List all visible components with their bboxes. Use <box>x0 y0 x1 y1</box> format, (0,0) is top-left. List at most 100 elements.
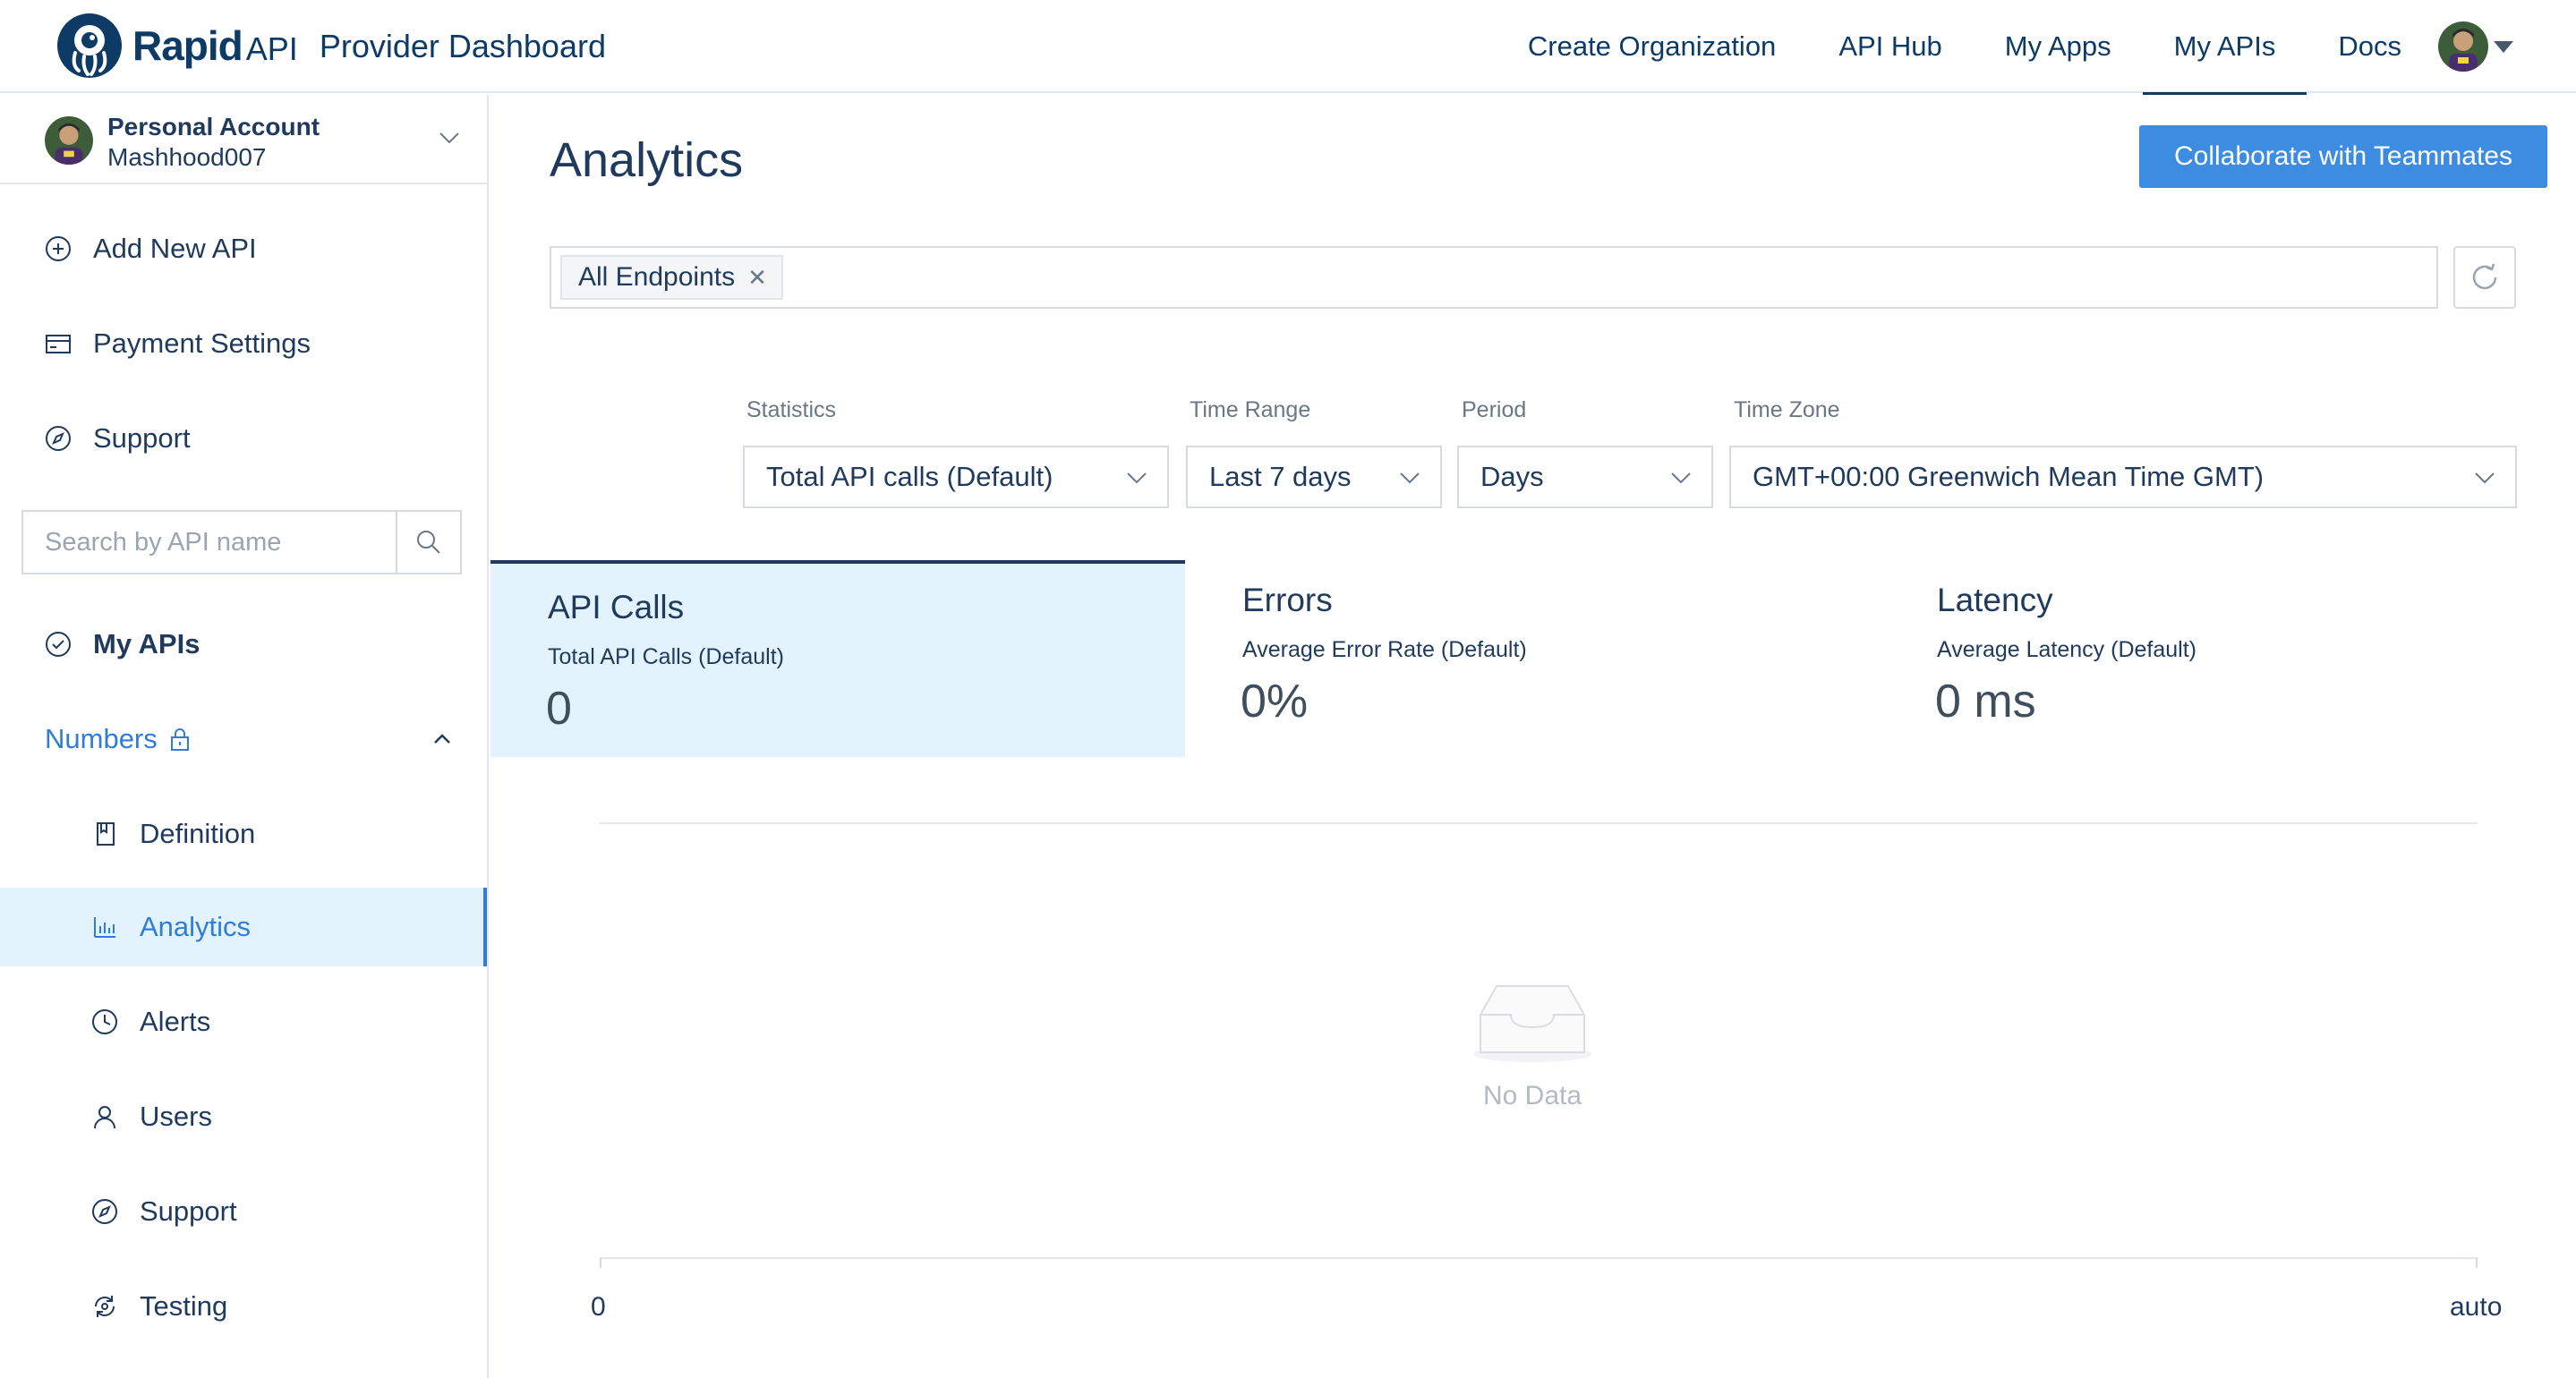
search-button[interactable] <box>396 512 460 573</box>
time-range-value: Last 7 days <box>1209 461 1352 492</box>
top-bar: Rapid API Provider Dashboard Create Orga… <box>0 0 2576 95</box>
endpoint-tag: All Endpoints ✕ <box>560 255 783 300</box>
tab-title: Errors <box>1242 582 1333 618</box>
tab-title: API Calls <box>548 589 685 625</box>
sidebar-item-label: Definition <box>140 818 256 849</box>
compass-icon <box>90 1196 120 1227</box>
sidebar-item-alerts[interactable]: Alerts <box>0 982 487 1061</box>
dashboard-title: Provider Dashboard <box>319 28 606 64</box>
logo-api-text: API <box>245 30 298 67</box>
refresh-button[interactable] <box>2453 246 2516 309</box>
tab-errors[interactable]: Errors Average Error Rate (Default) 0% <box>1185 560 1880 757</box>
endpoint-selector[interactable]: All Endpoints ✕ <box>550 246 2438 309</box>
tab-title: Latency <box>1937 582 2053 618</box>
bar-chart-icon <box>90 912 120 942</box>
nav-my-apis[interactable]: My APIs <box>2142 0 2307 95</box>
period-select[interactable]: Days <box>1457 446 1713 508</box>
rapidapi-logo[interactable]: Rapid API Provider Dashboard <box>55 11 606 81</box>
statistics-label: Statistics <box>746 397 837 422</box>
nav-my-apps[interactable]: My Apps <box>1974 0 2143 93</box>
tab-subtitle: Average Error Rate (Default) <box>1242 637 1527 662</box>
chevron-down-icon <box>1400 472 1420 484</box>
lock-icon <box>166 726 193 753</box>
sidebar-item-label: Users <box>140 1101 212 1132</box>
sidebar-item-label: Testing <box>140 1290 228 1322</box>
close-icon[interactable]: ✕ <box>747 264 767 292</box>
tab-api-calls[interactable]: API Calls Total API Calls (Default) 0 <box>490 560 1185 757</box>
time-zone-select[interactable]: GMT+00:00 Greenwich Mean Time GMT) <box>1729 446 2517 508</box>
clock-icon <box>90 1007 120 1037</box>
nav-create-organization[interactable]: Create Organization <box>1497 0 1807 93</box>
sidebar-item-payment-settings[interactable]: Payment Settings <box>0 304 487 383</box>
plus-circle-icon <box>43 234 73 264</box>
axis-tick <box>600 1257 601 1268</box>
collaborate-button[interactable]: Collaborate with Teammates <box>2139 125 2547 188</box>
sidebar: Personal Account Mashhood007 Add New API… <box>0 95 489 1378</box>
sidebar-item-label: Analytics <box>140 911 252 942</box>
tab-subtitle: Average Latency (Default) <box>1937 637 2196 662</box>
account-switcher[interactable]: Personal Account Mashhood007 <box>0 95 487 184</box>
sidebar-item-definition[interactable]: Definition <box>0 795 487 873</box>
tab-value: 0 <box>546 683 572 735</box>
sidebar-item-label: Support <box>93 422 191 454</box>
account-avatar <box>45 116 93 165</box>
chevron-down-icon <box>1127 472 1147 484</box>
rapidapi-logo-icon <box>57 13 122 78</box>
tab-value: 0% <box>1241 676 1309 727</box>
sidebar-item-analytics[interactable]: Analytics <box>0 888 487 966</box>
axis-label-start: 0 <box>591 1292 606 1322</box>
nav-api-hub[interactable]: API Hub <box>1807 0 1973 93</box>
statistics-value: Total API calls (Default) <box>766 461 1053 492</box>
tab-latency[interactable]: Latency Average Latency (Default) 0 ms <box>1880 560 2574 757</box>
tab-subtitle: Total API Calls (Default) <box>548 644 784 669</box>
account-type: Personal Account <box>107 113 320 140</box>
book-icon <box>90 819 120 849</box>
user-menu-caret-icon[interactable] <box>2494 40 2513 53</box>
chevron-up-icon[interactable] <box>433 732 451 744</box>
compass-icon <box>43 423 73 454</box>
chart-top-border <box>600 822 2478 824</box>
sidebar-item-support[interactable]: Support <box>0 399 487 478</box>
user-icon <box>90 1102 120 1132</box>
sidebar-item-users[interactable]: Users <box>0 1077 487 1156</box>
period-label: Period <box>1462 397 1527 422</box>
axis-label-end: auto <box>2450 1292 2503 1322</box>
testing-icon <box>90 1291 120 1322</box>
tab-value: 0 ms <box>1935 676 2036 727</box>
refresh-icon <box>2472 263 2497 290</box>
sidebar-item-api-numbers[interactable]: Numbers <box>0 700 487 778</box>
sidebar-item-add-new-api[interactable]: Add New API <box>0 209 487 288</box>
axis-tick <box>2476 1257 2478 1268</box>
period-value: Days <box>1480 461 1544 492</box>
sidebar-item-label: Alerts <box>140 1006 211 1037</box>
sidebar-item-label: Payment Settings <box>93 327 311 359</box>
empty-inbox-icon <box>1473 985 1591 1062</box>
logo-rapid-text: Rapid <box>132 22 243 69</box>
api-name-label: Numbers <box>45 723 158 754</box>
chart-x-axis <box>600 1257 2478 1259</box>
chevron-down-icon <box>439 132 459 144</box>
time-zone-value: GMT+00:00 Greenwich Mean Time GMT) <box>1753 461 2265 492</box>
sidebar-item-my-apis[interactable]: My APIs <box>0 605 487 684</box>
sidebar-item-label: My APIs <box>93 628 200 659</box>
chevron-down-icon <box>1671 472 1691 484</box>
endpoint-tag-label: All Endpoints <box>578 262 736 292</box>
account-name: Mashhood007 <box>107 143 267 171</box>
api-search-input[interactable] <box>23 512 396 573</box>
nav-docs[interactable]: Docs <box>2307 0 2433 93</box>
time-range-label: Time Range <box>1190 397 1311 422</box>
sidebar-item-api-support[interactable]: Support <box>0 1172 487 1251</box>
page-title: Analytics <box>550 133 744 187</box>
top-navigation: Create Organization API Hub My Apps My A… <box>1497 0 2576 95</box>
time-zone-label: Time Zone <box>1734 397 1840 422</box>
sidebar-item-label: Support <box>140 1195 237 1227</box>
check-circle-icon <box>43 629 73 659</box>
time-range-select[interactable]: Last 7 days <box>1186 446 1442 508</box>
api-search-box <box>21 510 462 574</box>
user-avatar[interactable] <box>2438 21 2488 72</box>
chevron-down-icon <box>2475 472 2495 484</box>
credit-card-icon <box>43 328 73 359</box>
sidebar-item-label: Add New API <box>93 233 257 264</box>
statistics-select[interactable]: Total API calls (Default) <box>743 446 1169 508</box>
sidebar-item-testing[interactable]: Testing <box>0 1267 487 1346</box>
